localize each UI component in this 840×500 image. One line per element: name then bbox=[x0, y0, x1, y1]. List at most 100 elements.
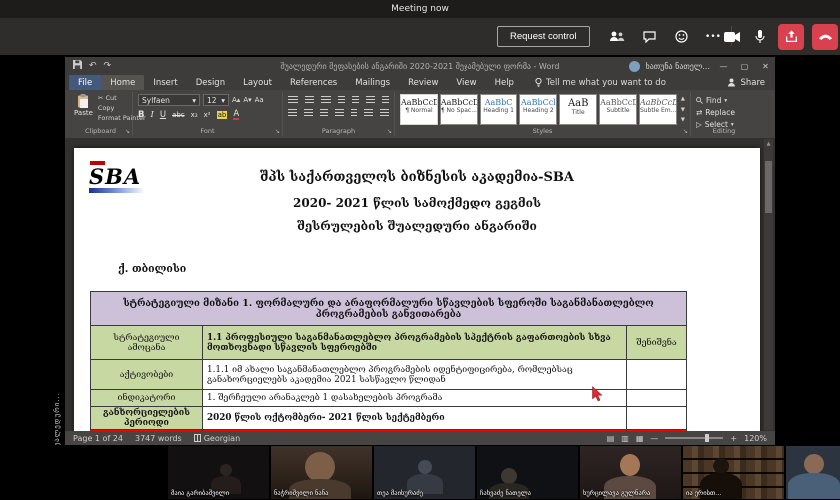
camera-icon[interactable] bbox=[722, 32, 742, 42]
participant-tile[interactable]: ნაჭრიშვილი ნანა bbox=[271, 446, 372, 499]
participant-tile[interactable]: ჩახვაძე ნათელა bbox=[477, 446, 578, 499]
tab-references[interactable]: References bbox=[281, 75, 346, 90]
align-center-icon[interactable] bbox=[304, 109, 313, 117]
participant-tile[interactable]: ხურცილავა გულნარა bbox=[580, 446, 681, 499]
align-left-icon[interactable] bbox=[288, 109, 297, 117]
scrollbar-thumb[interactable] bbox=[765, 161, 772, 213]
decrease-indent-icon[interactable] bbox=[338, 96, 345, 104]
stop-presenting-button[interactable] bbox=[778, 24, 804, 50]
change-case-button[interactable]: Aa bbox=[255, 96, 264, 104]
tab-insert[interactable]: Insert bbox=[144, 75, 186, 90]
align-right-icon[interactable] bbox=[320, 109, 329, 117]
styles-dialog-launcher[interactable]: ↘ bbox=[683, 128, 688, 135]
participants-icon[interactable] bbox=[608, 28, 626, 46]
zoom-slider[interactable] bbox=[665, 437, 723, 439]
hang-up-button[interactable] bbox=[812, 24, 838, 50]
close-icon[interactable]: ✕ bbox=[758, 62, 773, 71]
paragraph-dialog-launcher[interactable]: ↘ bbox=[387, 128, 392, 135]
style-title[interactable]: AaB Title bbox=[559, 94, 597, 125]
participant-tile[interactable]: მაია გარიბაშვილი bbox=[168, 446, 269, 499]
editing-group-label: Editing bbox=[691, 127, 757, 135]
styles-gallery-scroll[interactable]: ▲ ▼ ▼ bbox=[679, 94, 685, 125]
font-size-select[interactable]: 12 ▾ bbox=[203, 94, 229, 106]
font-color-button[interactable]: A bbox=[233, 110, 239, 120]
paste-button[interactable]: Paste bbox=[74, 94, 93, 122]
multilevel-list-icon[interactable] bbox=[321, 96, 331, 104]
grow-font-button[interactable]: A▴ bbox=[232, 96, 240, 104]
word-count[interactable]: 3747 words bbox=[135, 434, 182, 443]
redo-icon[interactable]: ↷ bbox=[104, 61, 112, 71]
gallery-more-icon[interactable]: ▼ bbox=[681, 117, 685, 123]
gallery-up-icon[interactable]: ▲ bbox=[681, 96, 685, 102]
language-indicator[interactable]: Georgian bbox=[194, 434, 240, 443]
bullets-icon[interactable] bbox=[288, 96, 298, 104]
strikethrough-button[interactable]: abc bbox=[172, 111, 185, 119]
tab-file[interactable]: File bbox=[69, 75, 101, 90]
restore-icon[interactable]: ▢ bbox=[737, 62, 752, 71]
justify-icon[interactable] bbox=[335, 109, 344, 117]
bold-button[interactable]: B bbox=[138, 110, 144, 120]
participant-tile[interactable]: ია ერისთ... bbox=[683, 446, 784, 499]
borders-icon[interactable] bbox=[380, 109, 389, 117]
style-heading2[interactable]: AaBbCcl Heading 2 bbox=[519, 94, 557, 125]
find-button[interactable]: Find ▾ bbox=[696, 96, 752, 105]
request-control-button[interactable]: Request control bbox=[497, 26, 590, 47]
line-spacing-icon[interactable] bbox=[351, 109, 357, 117]
sort-icon[interactable] bbox=[366, 96, 376, 104]
show-marks-icon[interactable] bbox=[382, 96, 389, 104]
style-no-spacing[interactable]: AaBbCcDc ¶ No Spac... bbox=[440, 94, 478, 125]
shrink-font-button[interactable]: A▾ bbox=[243, 96, 251, 104]
style-subtitle[interactable]: AaBbCcD Subtitle bbox=[599, 94, 637, 125]
undo-icon[interactable]: ↶ bbox=[89, 61, 97, 71]
numbering-icon[interactable] bbox=[305, 96, 315, 104]
document-page[interactable]: SBA შპს საქართველოს ბიზნესის აკადემია-SB… bbox=[74, 148, 760, 431]
zoom-in-button[interactable]: + bbox=[730, 434, 737, 443]
subscript-button[interactable]: x₂ bbox=[191, 111, 198, 119]
share-button[interactable]: Share bbox=[727, 75, 765, 90]
web-layout-icon[interactable]: ▦ bbox=[636, 434, 644, 443]
highlight-color-button[interactable]: ab bbox=[217, 111, 228, 119]
zoom-level[interactable]: 120% bbox=[744, 434, 767, 443]
tab-mailings[interactable]: Mailings bbox=[346, 75, 399, 90]
superscript-button[interactable]: x² bbox=[204, 111, 211, 119]
replace-button[interactable]: ⇄ Replace bbox=[696, 108, 752, 117]
tab-home[interactable]: Home bbox=[101, 75, 144, 90]
font-family-select[interactable]: Sylfaen ▾ bbox=[138, 94, 200, 106]
participant-tile[interactable] bbox=[786, 446, 840, 499]
font-dialog-launcher[interactable]: ↘ bbox=[275, 128, 280, 135]
tell-me-box[interactable]: Tell me what you want to do bbox=[535, 75, 666, 90]
account-avatar[interactable] bbox=[629, 61, 640, 72]
shading-icon[interactable] bbox=[364, 109, 373, 117]
reactions-icon[interactable] bbox=[672, 28, 690, 46]
style-subtle-emphasis[interactable]: AaBbCcDc Subtle Em... bbox=[639, 94, 677, 125]
gallery-down-icon[interactable]: ▼ bbox=[681, 107, 685, 113]
zoom-out-button[interactable]: — bbox=[650, 434, 658, 443]
tab-layout[interactable]: Layout bbox=[234, 75, 281, 90]
save-icon[interactable] bbox=[73, 60, 82, 72]
minimize-icon[interactable]: — bbox=[716, 62, 731, 71]
table-cell: სამს bbox=[203, 430, 627, 432]
tab-view[interactable]: View bbox=[447, 75, 485, 90]
microphone-icon[interactable] bbox=[750, 30, 770, 44]
scroll-up-icon[interactable]: ▲ bbox=[764, 139, 773, 149]
style-normal[interactable]: AaBbCcDc ¶ Normal bbox=[400, 94, 438, 125]
increase-indent-icon[interactable] bbox=[352, 96, 359, 104]
tab-help[interactable]: Help bbox=[486, 75, 523, 90]
read-mode-icon[interactable]: ▤ bbox=[607, 434, 615, 443]
underline-button[interactable]: U bbox=[160, 110, 166, 120]
more-options-icon[interactable]: ••• bbox=[704, 28, 722, 46]
participant-name: ნაჭრიშვილი ნანა bbox=[274, 489, 328, 497]
zoom-slider-thumb[interactable] bbox=[705, 434, 709, 442]
italic-button[interactable]: I bbox=[150, 110, 153, 120]
tab-design[interactable]: Design bbox=[187, 75, 234, 90]
style-heading1[interactable]: AaBbC Heading 1 bbox=[480, 94, 518, 125]
ribbon: Paste ✂ Cut Copy Format Painter Clipboar… bbox=[65, 90, 775, 138]
search-icon bbox=[696, 97, 703, 104]
print-layout-icon[interactable]: ▥ bbox=[621, 434, 629, 443]
vertical-scrollbar[interactable]: ▲ bbox=[764, 139, 773, 430]
clipboard-dialog-launcher[interactable]: ↘ bbox=[125, 128, 130, 135]
page-indicator[interactable]: Page 1 of 24 bbox=[73, 434, 123, 443]
chat-icon[interactable] bbox=[640, 28, 658, 46]
participant-tile[interactable]: თეა მაისურაძე bbox=[374, 446, 475, 499]
tab-review[interactable]: Review bbox=[399, 75, 447, 90]
